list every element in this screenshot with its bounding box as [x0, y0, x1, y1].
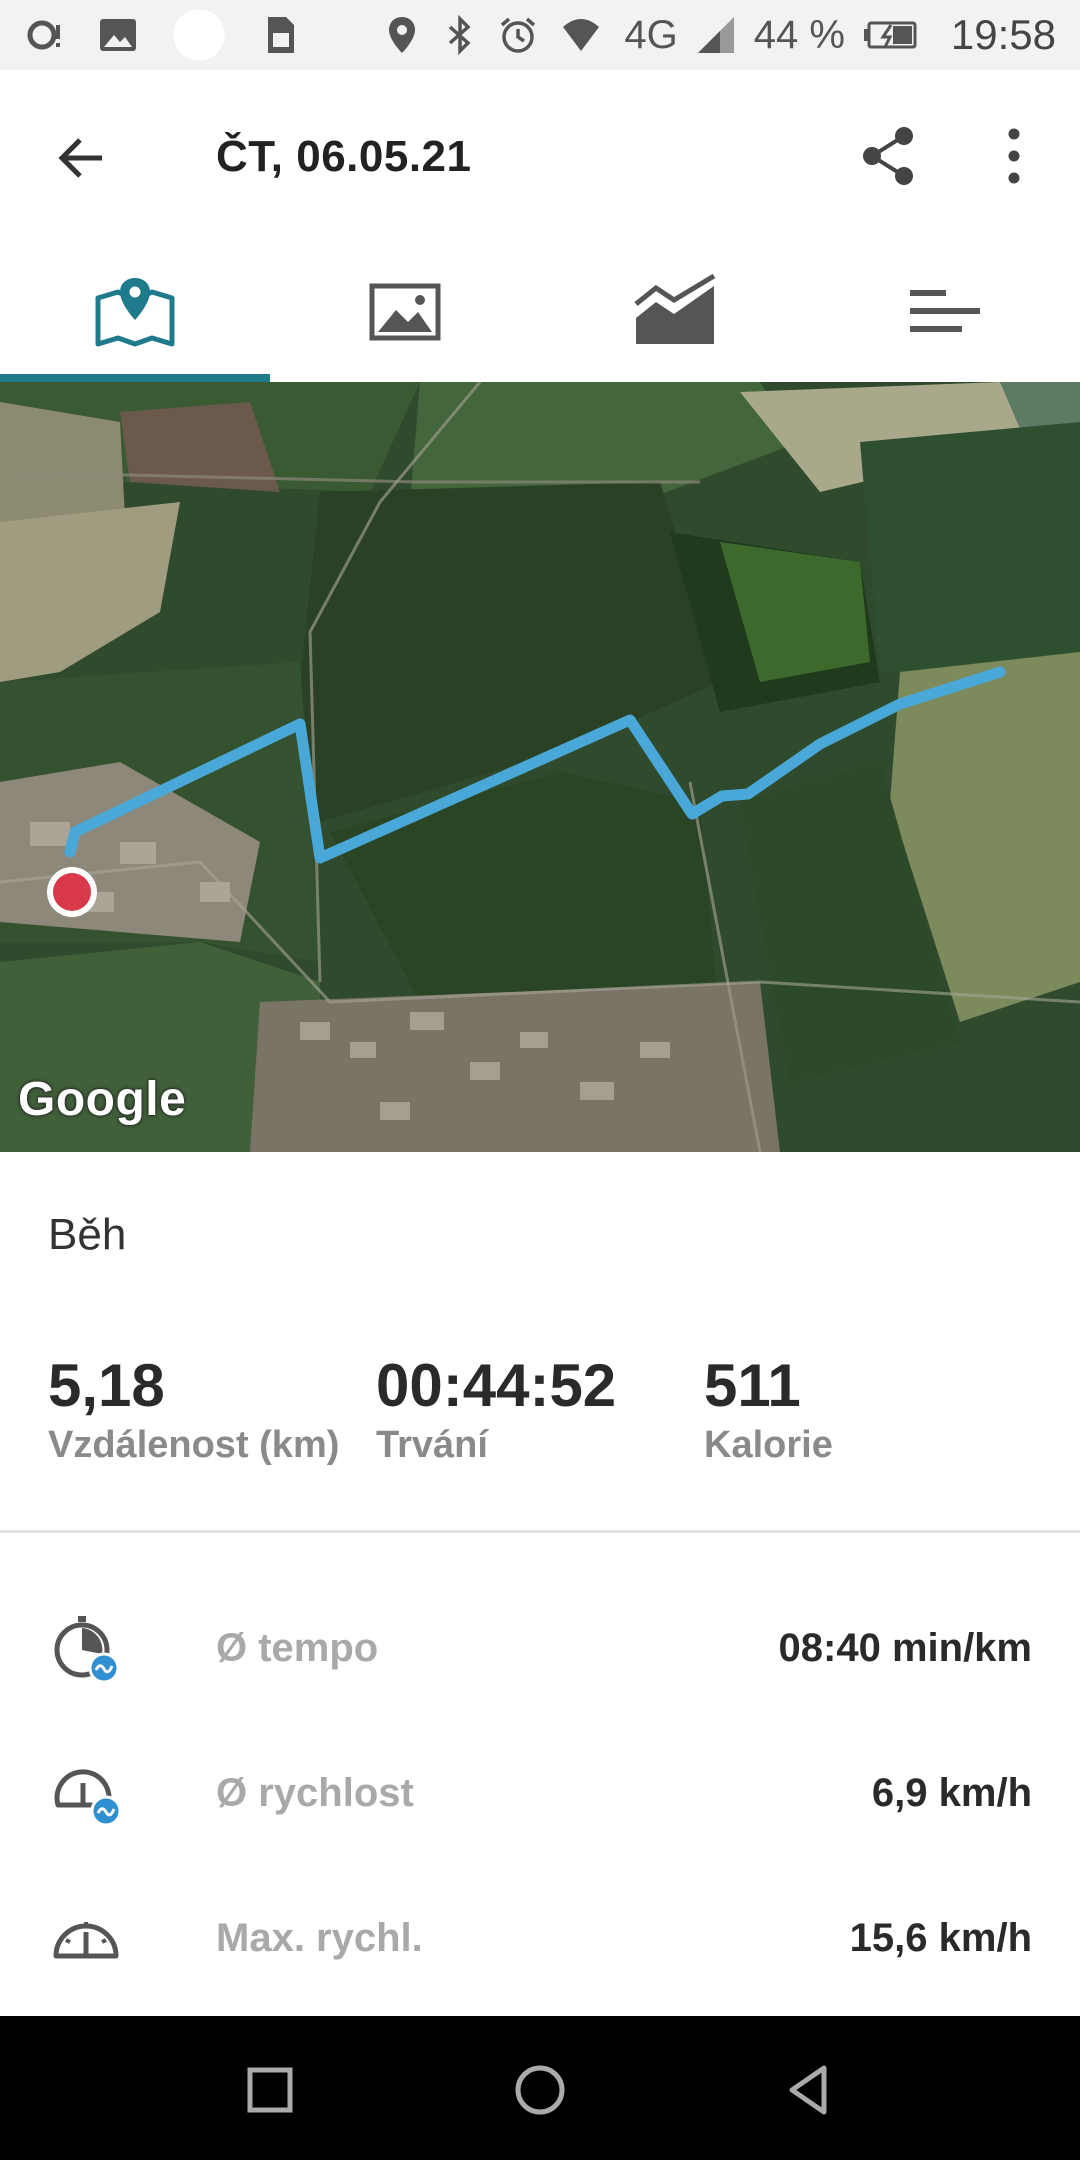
image-icon — [369, 283, 441, 341]
battery-percent: 44 % — [753, 12, 845, 57]
summary-stats: 5,18 Vzdálenost (km) 00:44:52 Trvání 511… — [0, 1350, 1080, 1500]
status-bar: 4G 44 % 19:58 — [0, 0, 1080, 70]
stat-duration: 00:44:52 Trvání — [376, 1350, 616, 1467]
map-pin-icon — [95, 278, 175, 347]
max-speed-icon — [53, 1922, 119, 1959]
app-bar: ČT, 06.05.21 — [0, 70, 1080, 242]
metric-value: 15,6 km/h — [849, 1916, 1032, 1960]
location-icon — [389, 17, 416, 53]
alarm-icon — [501, 17, 536, 53]
chart-icon — [634, 274, 716, 344]
status-time: 19:58 — [950, 11, 1056, 58]
metrics-list: Ø tempo 08:40 min/km Ø rychlost 6,9 km/h… — [0, 1586, 1080, 2021]
stat-value: 5,18 — [48, 1352, 165, 1419]
metric-value: 08:40 min/km — [778, 1626, 1032, 1670]
wifi-icon — [563, 19, 600, 51]
page-title: ČT, 06.05.21 — [216, 132, 472, 181]
signal-icon — [697, 17, 734, 53]
metric-label: Ø tempo — [216, 1626, 379, 1670]
network-type: 4G — [624, 12, 678, 57]
notification-icon — [27, 20, 60, 50]
avg-speed-icon — [54, 1769, 122, 1827]
stat-distance: 5,18 Vzdálenost (km) — [48, 1350, 339, 1467]
home-icon[interactable] — [510, 2060, 570, 2120]
gallery-icon — [100, 19, 136, 51]
recents-icon[interactable] — [240, 2060, 300, 2120]
list-icon — [910, 290, 980, 332]
battery-icon — [863, 21, 917, 49]
stat-calories: 511 Kalorie — [704, 1350, 833, 1467]
route-map[interactable]: Google — [0, 382, 1080, 1152]
stat-label: Kalorie — [704, 1424, 833, 1466]
circle-icon — [173, 9, 225, 61]
pace-icon — [54, 1616, 120, 1684]
stat-label: Vzdálenost (km) — [48, 1424, 340, 1466]
metric-row-pace: Ø tempo 08:40 min/km — [0, 1586, 1080, 1731]
metric-label: Ø rychlost — [216, 1771, 414, 1815]
tab-map[interactable] — [0, 242, 270, 382]
google-attribution: Google — [18, 1073, 187, 1126]
system-nav-bar — [0, 2016, 1080, 2160]
activity-type: Běh — [48, 1210, 127, 1259]
bluetooth-icon — [449, 15, 471, 55]
satellite-map — [0, 382, 1080, 1152]
arrow-back-icon[interactable] — [50, 126, 114, 190]
divider — [0, 1530, 1080, 1533]
share-icon[interactable] — [856, 124, 920, 188]
back-nav-icon[interactable] — [780, 2060, 840, 2120]
metric-label: Max. rychl. — [216, 1916, 423, 1960]
tab-photo[interactable] — [270, 242, 540, 382]
stat-label: Trvání — [376, 1424, 488, 1466]
metric-row-avg-speed: Ø rychlost 6,9 km/h — [0, 1731, 1080, 1876]
metric-row-max-speed: Max. rychl. 15,6 km/h — [0, 1876, 1080, 2021]
more-vert-icon[interactable] — [994, 124, 1034, 188]
stat-value: 511 — [704, 1352, 801, 1419]
metric-value: 6,9 km/h — [871, 1771, 1032, 1815]
tab-chart[interactable] — [540, 242, 810, 382]
stat-value: 00:44:52 — [376, 1352, 617, 1419]
tab-list[interactable] — [810, 242, 1080, 382]
tab-bar — [0, 242, 1080, 382]
sim-icon — [268, 17, 294, 53]
